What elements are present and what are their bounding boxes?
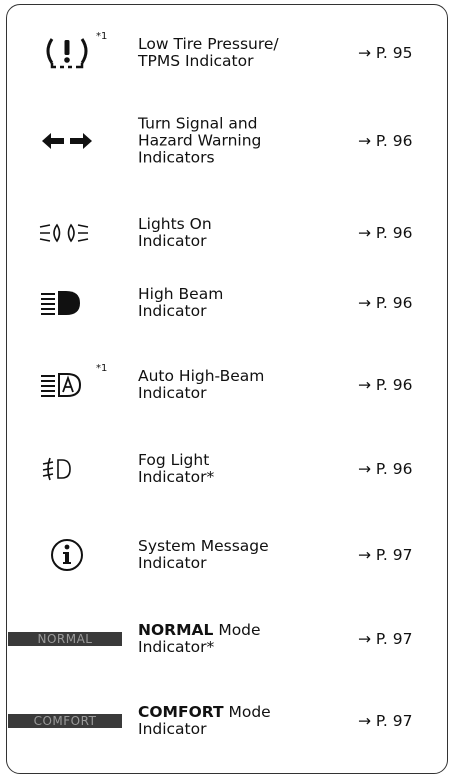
indicator-label: Lights On Indicator [138,215,212,250]
comfort-mode-badge: COMFORT [8,714,122,728]
indicator-row-fog-light: Fog Light Indicator* → P. 96 [0,424,454,514]
indicator-row-comfort-mode: COMFORT COMFORT Mode Indicator → P. 97 [0,676,454,766]
info-icon [38,535,96,575]
auto-high-beam-icon [38,365,96,405]
page-reference[interactable]: → P. 95 [358,44,412,62]
indicator-label: Auto High-Beam Indicator [138,367,265,402]
normal-mode-badge: NORMAL [8,632,122,646]
page-reference[interactable]: → P. 97 [358,546,412,564]
high-beam-icon [38,283,96,323]
indicator-row-system-message: System Message Indicator → P. 97 [0,510,454,600]
footnote-marker: *1 [96,31,108,42]
indicator-label: NORMAL Mode Indicator* [138,621,261,656]
indicator-label: High Beam Indicator [138,285,224,320]
page-reference[interactable]: → P. 96 [358,132,412,150]
indicator-row-tpms: *1 Low Tire Pressure/ TPMS Indicator → P… [0,8,454,98]
indicator-label: System Message Indicator [138,537,269,572]
indicator-label: Low Tire Pressure/ TPMS Indicator [138,35,279,70]
indicator-label: COMFORT Mode Indicator [138,703,271,738]
indicator-row-auto-high-beam: *1 Auto High-Beam Indicator → P. 96 [0,340,454,430]
tire-pressure-icon [38,33,96,73]
page-reference[interactable]: → P. 97 [358,630,412,648]
turn-signal-arrows-icon [38,121,96,161]
indicator-label: Fog Light Indicator* [138,451,215,486]
indicator-row-turn-signal: Turn Signal and Hazard Warning Indicator… [0,96,454,186]
page-reference[interactable]: → P. 97 [358,712,412,730]
footnote-marker: *1 [96,363,108,374]
page-reference[interactable]: → P. 96 [358,460,412,478]
fog-light-icon [38,449,96,489]
page-reference[interactable]: → P. 96 [358,376,412,394]
indicator-row-normal-mode: NORMAL NORMAL Mode Indicator* → P. 97 [0,594,454,684]
page-reference[interactable]: → P. 96 [358,294,412,312]
lights-on-icon [38,213,96,253]
page-reference[interactable]: → P. 96 [358,224,412,242]
indicator-row-high-beam: High Beam Indicator → P. 96 [0,258,454,348]
indicator-label: Turn Signal and Hazard Warning Indicator… [138,114,262,167]
